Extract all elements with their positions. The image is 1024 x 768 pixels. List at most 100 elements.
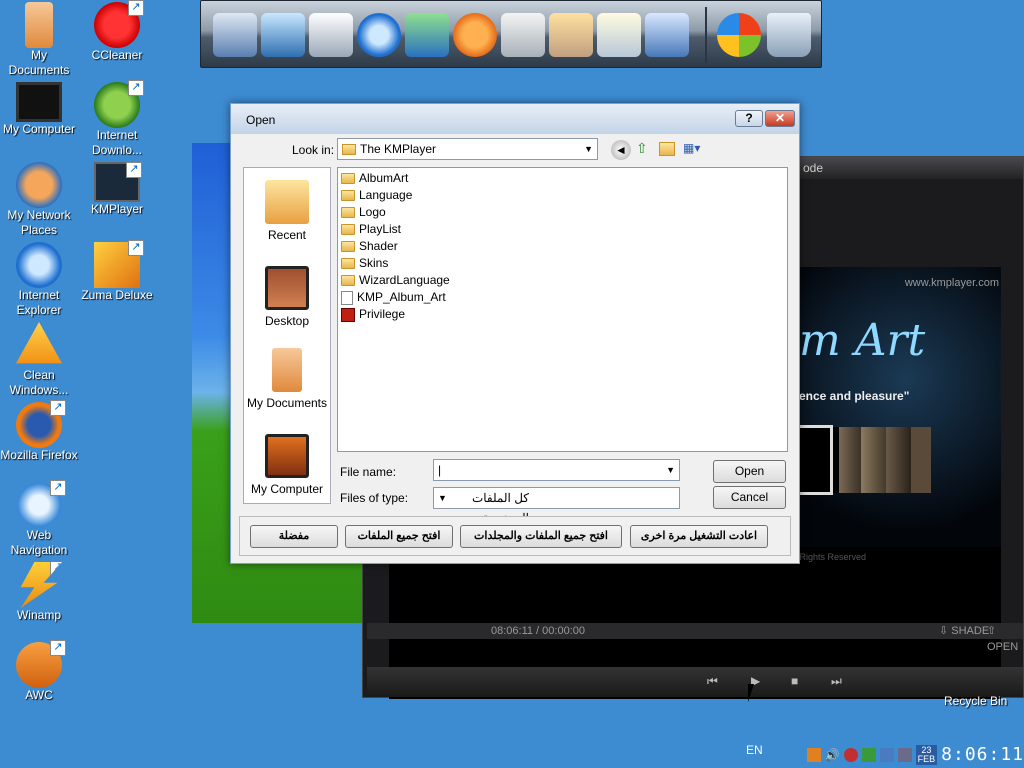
tray-monitor-icon[interactable] (879, 747, 894, 762)
media-player-icon[interactable] (453, 13, 497, 57)
file-item-logo[interactable]: Logo (341, 204, 386, 221)
recycle-bin-icon[interactable] (767, 13, 811, 57)
back-icon[interactable]: ◄ (611, 140, 631, 160)
folder-icon (25, 2, 53, 48)
filetype-label: Files of type: (340, 491, 409, 505)
help-icon[interactable]: ? (735, 110, 763, 127)
mouse-cursor-icon (748, 684, 760, 702)
chevron-down-icon: ▼ (584, 144, 593, 154)
desktop-icon-web-navigation[interactable]: ↗ Web Navigation (0, 480, 78, 558)
shade-button[interactable]: ⇩ SHADE (939, 623, 989, 639)
look-in-value: The KMPlayer (360, 142, 437, 156)
file-item-shader[interactable]: Shader (341, 238, 398, 255)
dialog-title: Open (246, 113, 276, 127)
winamp-icon: ↗ (20, 562, 62, 608)
file-item-skins[interactable]: Skins (341, 255, 388, 272)
desktop-icon-firefox[interactable]: ↗ Mozilla Firefox (0, 400, 78, 463)
desktop-icon-network[interactable]: My Network Places (0, 162, 78, 238)
view-menu-icon[interactable]: ▦▾ (683, 141, 700, 155)
ie-icon[interactable] (357, 13, 401, 57)
dialog-titlebar[interactable]: Open ? ✕ (231, 104, 799, 134)
desktop-icon-zuma[interactable]: ↗ Zuma Deluxe (78, 240, 156, 303)
clean-icon: ↗ (16, 322, 62, 364)
desktop-icon-awc[interactable]: ↗ AWC (0, 640, 78, 703)
awc-icon: ↗ (16, 640, 66, 688)
replay-button[interactable]: اعادت التشغيل مرة اخرى (630, 525, 768, 548)
next-icon[interactable]: ⏭ (831, 674, 842, 689)
desktop-icon-ie[interactable]: Internet Explorer (0, 242, 78, 318)
stop-icon[interactable]: ■ (791, 674, 798, 688)
desktop-icon-my-documents[interactable]: My Documents (0, 2, 78, 78)
playback-controls: ⏮ ▶ ■ ⏭ (367, 667, 1023, 697)
up-folder-icon[interactable]: ⇧ (636, 140, 654, 158)
system-tray: 🔊 23 FEB 8:06:11 (806, 741, 1024, 768)
recent-folder-icon (265, 180, 309, 224)
folder-icon (341, 258, 355, 269)
paint-icon[interactable] (549, 13, 593, 57)
computer-icon (16, 82, 62, 122)
cancel-button[interactable]: Cancel (713, 486, 786, 509)
calculator-icon[interactable] (501, 13, 545, 57)
security-shield-icon[interactable] (861, 747, 876, 762)
open-all-files-folders-button[interactable]: افتح جميع الملفات والمجلدات (460, 525, 622, 548)
place-my-documents[interactable]: My Documents (244, 348, 330, 410)
filename-input[interactable]: | ▼ (433, 459, 680, 481)
close-icon[interactable]: ✕ (765, 110, 795, 127)
ie-icon (16, 242, 62, 288)
folder-icon (341, 224, 355, 235)
filename-label: File name: (340, 465, 397, 479)
notepad-icon[interactable] (597, 13, 641, 57)
desktop-icon-clean-windows[interactable]: ↗ Clean Windows... (0, 322, 78, 398)
documents-icon[interactable] (309, 13, 353, 57)
windows-logo-icon[interactable] (717, 13, 761, 57)
file-item-wizardlanguage[interactable]: WizardLanguage (341, 272, 450, 289)
desktop-icon (265, 266, 309, 310)
look-in-combo[interactable]: The KMPlayer ▼ (337, 138, 598, 160)
place-recent[interactable]: Recent (244, 180, 330, 242)
extra-buttons-bar: مفضلة افتح جميع الملفات افتح جميع الملفا… (239, 516, 791, 556)
taskbar: EN 🔊 23 FEB 8:06:11 (0, 741, 1024, 768)
place-desktop[interactable]: Desktop (244, 266, 330, 328)
thumbnail-strip (831, 427, 931, 493)
firefox-icon: ↗ (16, 400, 66, 448)
open-button[interactable]: Open (713, 460, 786, 483)
desktop-icon-kmplayer[interactable]: ↗ KMPlayer (78, 162, 156, 217)
new-folder-icon[interactable] (659, 142, 675, 156)
desktop-icon-internet-download[interactable]: ↗ Internet Downlo... (78, 80, 156, 158)
volume-icon[interactable]: 🔊 (825, 748, 840, 762)
monitor-icon[interactable] (213, 13, 257, 57)
tray-chart-icon[interactable] (897, 747, 912, 762)
file-item-privilege[interactable]: Privilege (341, 306, 405, 323)
desktop-icon-ccleaner[interactable]: ↗ CCleaner (78, 0, 156, 63)
filetype-select[interactable]: كل الملفات المدعومة ▼ (433, 487, 680, 525)
places-bar: Recent Desktop My Documents My Computer (243, 167, 331, 504)
zuma-icon: ↗ (94, 240, 144, 288)
previous-icon[interactable]: ⏮ (707, 674, 718, 689)
monitor-chart-icon[interactable] (405, 13, 449, 57)
open-dialog: Open ? ✕ Look in: The KMPlayer ▼ ◄ ⇧ ▦▾ … (230, 103, 800, 564)
file-item-playlist[interactable]: PlayList (341, 221, 401, 238)
open-button-kmp[interactable]: ⇧ OPEN (987, 623, 1023, 655)
folder-icon (341, 207, 355, 218)
desktop-icon-my-computer[interactable]: My Computer (0, 82, 78, 137)
folder-icon (341, 190, 355, 201)
chevron-down-icon: ▼ (438, 493, 447, 503)
file-icon (341, 290, 353, 305)
file-item-language[interactable]: Language (341, 187, 412, 204)
file-item-kmp-album-art[interactable]: KMP_Album_Art (341, 289, 446, 306)
language-indicator[interactable]: EN (746, 743, 763, 757)
network-status-icon[interactable] (843, 747, 858, 762)
favorites-button[interactable]: مفضلة (250, 525, 338, 548)
web-icon: ↗ (16, 480, 66, 528)
tray-app-icon[interactable] (806, 747, 821, 762)
ccleaner-icon: ↗ (94, 0, 144, 48)
place-my-computer[interactable]: My Computer (244, 434, 330, 496)
open-all-files-button[interactable]: افتح جميع الملفات (345, 525, 453, 548)
clock[interactable]: 8:06:11 (941, 744, 1024, 765)
desktop-icon-winamp[interactable]: ↗ Winamp (0, 562, 78, 623)
recycle-bin-label[interactable]: Recycle Bin (944, 694, 1007, 708)
control-panel-icon[interactable] (645, 13, 689, 57)
time-display: 08:06:11 / 00:00:00 (491, 625, 585, 637)
network-computers-icon[interactable] (261, 13, 305, 57)
file-item-albumart[interactable]: AlbumArt (341, 170, 408, 187)
